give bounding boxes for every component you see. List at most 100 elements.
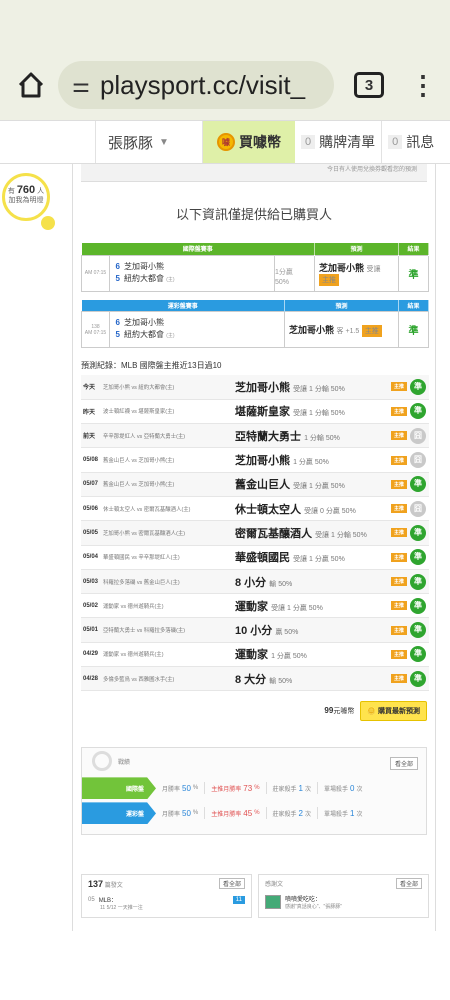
intl-header-game: 國際盤賽事	[81, 243, 315, 255]
bookie-killer-label: 莊家殺手	[272, 786, 297, 793]
record-date: 昨天	[81, 399, 103, 425]
record-match: 休士頓太空人 vs 密爾瓦基釀酒人(主)	[103, 496, 235, 522]
record-match: 辛辛那堤紅人 vs 亞特蘭大勇士(主)	[103, 423, 235, 449]
posts-see-all-button[interactable]: 看全部	[218, 878, 245, 889]
main-pick-tag: 主推	[390, 577, 407, 587]
month-rate-label: 月勝率	[162, 811, 181, 818]
nav-purchase-list[interactable]: 0 購牌清單	[295, 121, 383, 163]
follower-badge[interactable]: 有 760 人 加我為明燈	[2, 173, 55, 230]
record-row[interactable]: 05/04 華盛頓國民 vs 辛辛那堤紅人(主) 華盛頓國民 受讓 1 分贏 50%…	[81, 545, 429, 570]
coin-icon: 噱	[217, 133, 235, 151]
record-row[interactable]: 05/07 舊金山巨人 vs 芝加哥小熊(主) 舊金山巨人 受讓 1 分贏 50% 主…	[81, 472, 429, 497]
record-pick: 運動家 受讓 1 分贏 50%	[235, 593, 389, 619]
thanks-item[interactable]: 噴噴愛吃吃： 感謝"真話良心"、"張豚豚"	[265, 894, 422, 910]
record-row[interactable]: 04/28 多倫多藍鳥 vs 西雅圖水手(主) 8 大分 輸 50% 主推準	[81, 666, 429, 692]
record-pick: 休士頓太空人 受讓 0 分贏 50%	[235, 496, 389, 522]
record-row[interactable]: 05/03 科羅拉多落磯 vs 舊金山巨人(主) 8 小分 輸 50% 主推準	[81, 569, 429, 595]
record-result-cell: 準	[407, 545, 429, 570]
buy-latest-button[interactable]: 🪙 購買最新預測	[360, 701, 427, 722]
month-rate-label: 月勝率	[162, 786, 181, 793]
record-row[interactable]: 05/01 亞特蘭大勇士 vs 科羅拉多落磯(主) 10 小分 贏 50% 主推準	[81, 617, 429, 643]
record-pick: 10 小分 贏 50%	[235, 617, 389, 643]
record-pick: 亞特蘭大勇士 1 分輸 50%	[235, 423, 389, 449]
stats-row: 國際盤 月勝率 50% 主推月勝率 73% 莊家殺手 1 次單場殺手 0 次	[82, 777, 426, 800]
main-month-rate-unit: %	[254, 785, 260, 792]
tab-switcher-button[interactable]: 3	[354, 72, 384, 98]
line-value: 1分贏	[275, 269, 293, 276]
record-row[interactable]: 05/02 運動家 vs 德州遊騎兵(主) 運動家 受讓 1 分贏 50% 主推準	[81, 593, 429, 619]
record-date: 05/02	[81, 593, 103, 619]
record-pick: 堪薩斯皇家 受讓 1 分輸 50%	[235, 399, 389, 425]
record-date: 05/01	[81, 617, 103, 643]
home-button[interactable]	[14, 68, 48, 102]
record-row[interactable]: 05/08 舊金山巨人 vs 芝加哥小熊(主) 芝加哥小熊 1 分贏 50% 主推囧	[81, 447, 429, 473]
month-rate-unit: %	[192, 810, 199, 817]
record-pick-note: 1 分輸 50%	[304, 434, 340, 442]
top-strip: 今日有人使用兌換券觀看您的預測	[81, 164, 427, 182]
record-result-cell: 準	[407, 375, 429, 400]
line-pct: 50%	[275, 279, 290, 286]
posts-count: 137	[88, 879, 104, 889]
record-tag-cell: 主推	[389, 666, 407, 692]
intl-pick: 芝加哥小熊 受讓 主推	[314, 254, 399, 292]
main-pick-tag: 主推	[390, 479, 407, 489]
post-item[interactable]: 05 MLB： 11	[88, 895, 245, 904]
buy-coins-button[interactable]: 噱 買噱幣	[203, 121, 295, 163]
stats-see-all-button[interactable]: 看全部	[389, 757, 418, 771]
intl-game-time: AM 07:15	[81, 254, 110, 292]
record-row[interactable]: 今天 芝加哥小熊 vs 紐約大都會(主) 芝加哥小熊 受讓 1 分輸 50% 主推準	[81, 375, 429, 400]
post-badge: 11	[232, 895, 245, 904]
more-menu-icon[interactable]: ⋮	[410, 70, 436, 101]
user-menu[interactable]: 張豚豚 ▼	[95, 121, 203, 163]
home-icon	[18, 72, 44, 98]
team1-number: 6	[115, 261, 120, 271]
host-mark: (主)	[166, 276, 175, 283]
record-row[interactable]: 04/29 運動家 vs 德州遊騎兵(主) 運動家 1 分贏 50% 主推準	[81, 642, 429, 668]
team1-name: 芝加哥小熊	[124, 261, 164, 271]
record-tag-cell: 主推	[389, 569, 407, 595]
record-result-cell: 準	[407, 666, 429, 692]
thanks-title: 噴噴愛吃吃：	[285, 897, 322, 903]
record-result-cell: 囧	[407, 423, 429, 449]
purchase-label: 購牌清單	[319, 134, 376, 150]
main-pick-tag: 主推	[390, 625, 407, 635]
main-month-rate-value: 45	[243, 808, 253, 818]
thanks-see-all-button[interactable]: 看全部	[395, 878, 422, 889]
coin-icon: 🪙	[367, 708, 377, 716]
record-date: 05/04	[81, 545, 103, 570]
record-date: 前天	[81, 423, 103, 449]
intl-prediction-table: 國際盤賽事 預測 結果 AM 07:15 6 芝加哥小熊 5 紐約大都會 (主) 1…	[81, 243, 429, 292]
record-date: 今天	[81, 375, 103, 400]
record-row[interactable]: 前天 辛辛那堤紅人 vs 亞特蘭大勇士(主) 亞特蘭大勇士 1 分輸 50% 主推囧	[81, 423, 429, 449]
follower-count: 760	[16, 184, 36, 196]
site-settings-icon[interactable]: ⚌	[72, 73, 90, 98]
record-row[interactable]: 05/06 休士頓太空人 vs 密爾瓦基釀酒人(主) 休士頓太空人 受讓 0 分贏 …	[81, 496, 429, 522]
records-table: 今天 芝加哥小熊 vs 紐約大都會(主) 芝加哥小熊 受讓 1 分輸 50% 主推準昨…	[81, 375, 429, 692]
follower-prefix: 有	[7, 188, 15, 195]
price-text: 99元噱幣	[324, 706, 354, 716]
main-pick-tag: 主推	[390, 431, 407, 441]
address-bar[interactable]: ⚌ playsport.cc/visit_	[58, 61, 334, 109]
record-tag-cell: 主推	[389, 593, 407, 619]
team2-name: 紐約大都會	[124, 273, 164, 283]
record-row[interactable]: 昨天 波士頓紅襪 vs 堪薩斯皇家(主) 堪薩斯皇家 受讓 1 分輸 50% 主推準	[81, 399, 429, 425]
caret-down-icon: ▼	[159, 136, 169, 148]
follower-caption: 加我為明燈	[8, 197, 44, 205]
record-pick-note: 受讓 1 分贏 50%	[271, 604, 323, 612]
top-note: 今日有人使用兌換券觀看您的預測	[326, 167, 417, 173]
record-date: 05/08	[81, 447, 103, 473]
record-pick: 密爾瓦基釀酒人 受讓 1 分輸 50%	[235, 520, 389, 546]
month-rate: 月勝率 50%	[156, 782, 206, 795]
record-result: 準	[410, 476, 426, 493]
thanks-thumbnail	[265, 895, 281, 909]
record-result: 準	[410, 573, 426, 590]
tw-header-pick: 預測	[284, 299, 399, 312]
main-pick-tag: 主推	[390, 406, 407, 416]
nav-messages[interactable]: 0 訊息	[382, 121, 440, 163]
price-unit: 元噱幣	[333, 708, 355, 716]
record-pick-note: 贏 50%	[275, 629, 299, 637]
main-month-rate: 主推月勝率 45%	[205, 807, 267, 820]
record-row[interactable]: 05/05 芝加哥小熊 vs 密爾瓦基釀酒人(主) 密爾瓦基釀酒人 受讓 1 分輸 …	[81, 520, 429, 546]
main-content: 今日有人使用兌換券觀看您的預測 以下資訊僅提供給已購買人 國際盤賽事 預測 結果…	[72, 164, 436, 931]
month-rate: 月勝率 50%	[156, 807, 206, 820]
